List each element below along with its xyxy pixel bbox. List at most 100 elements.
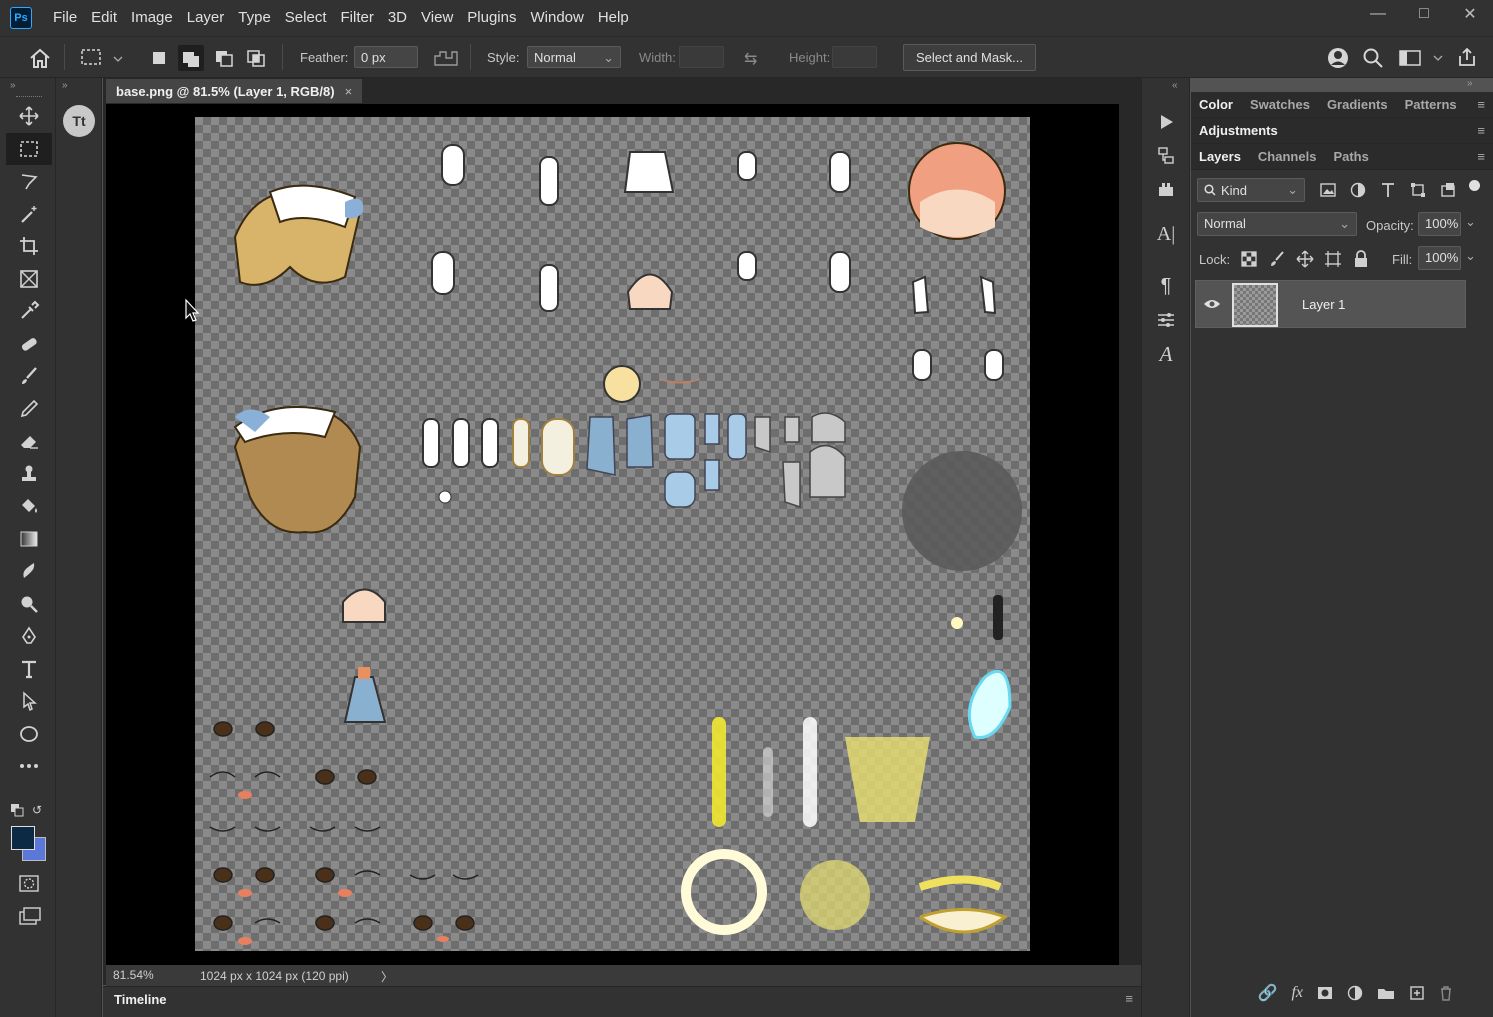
panel-menu-icon[interactable]: ≡ bbox=[1477, 123, 1485, 138]
menu-edit[interactable]: Edit bbox=[84, 0, 124, 36]
properties-sliders-icon[interactable] bbox=[1144, 303, 1188, 337]
collapse-icon[interactable]: » bbox=[10, 80, 16, 91]
smudge-tool-icon[interactable] bbox=[6, 555, 52, 588]
layer-name[interactable]: Layer 1 bbox=[1302, 297, 1345, 312]
tab-color[interactable]: Color bbox=[1199, 97, 1233, 112]
more-tools-icon[interactable] bbox=[6, 750, 52, 783]
lock-position-icon[interactable] bbox=[1296, 250, 1314, 268]
style-select[interactable]: Normal ⌄ bbox=[527, 46, 621, 68]
collapse-icon[interactable]: » bbox=[62, 80, 68, 91]
collapse-icon[interactable]: « bbox=[1172, 80, 1178, 91]
lock-all-icon[interactable] bbox=[1352, 250, 1370, 268]
zoom-level[interactable]: 81.54% bbox=[113, 968, 154, 982]
minimize-button[interactable]: — bbox=[1355, 0, 1401, 28]
layer-row[interactable]: Layer 1 bbox=[1195, 280, 1466, 328]
select-and-mask-button[interactable]: Select and Mask... bbox=[903, 44, 1036, 71]
shape-layer-filter-icon[interactable] bbox=[1409, 181, 1427, 199]
menu-select[interactable]: Select bbox=[278, 0, 334, 36]
workspace-icon[interactable] bbox=[1398, 48, 1446, 68]
status-menu-arrow[interactable]: 〉 bbox=[381, 968, 393, 985]
paint-bucket-tool-icon[interactable] bbox=[6, 490, 52, 523]
layer-style-fx-icon[interactable]: fx bbox=[1291, 984, 1303, 1002]
menu-filter[interactable]: Filter bbox=[334, 0, 381, 36]
tab-patterns[interactable]: Patterns bbox=[1405, 97, 1457, 112]
chevron-down-icon[interactable]: ⌄ bbox=[1465, 214, 1476, 230]
rectangular-marquee-tool-icon[interactable] bbox=[6, 132, 52, 165]
panel-menu-icon[interactable]: ≡ bbox=[1477, 97, 1485, 112]
brush-tool-icon[interactable] bbox=[6, 360, 52, 393]
anti-alias-icon[interactable] bbox=[432, 48, 460, 68]
clone-stamp-tool-icon[interactable] bbox=[6, 458, 52, 491]
subtract-selection-icon[interactable] bbox=[212, 47, 236, 69]
add-to-selection-icon[interactable] bbox=[178, 45, 204, 71]
screen-mode-icon[interactable] bbox=[18, 906, 42, 926]
menu-image[interactable]: Image bbox=[124, 0, 180, 36]
pencil-tool-icon[interactable] bbox=[6, 393, 52, 426]
adjustment-layer-filter-icon[interactable] bbox=[1349, 181, 1367, 199]
plugins-icon[interactable] bbox=[1144, 173, 1188, 207]
delete-layer-icon[interactable] bbox=[1439, 985, 1453, 1001]
marquee-preset-icon[interactable] bbox=[80, 47, 124, 69]
lock-transparency-icon[interactable] bbox=[1240, 250, 1258, 268]
new-layer-icon[interactable] bbox=[1409, 985, 1425, 1001]
group-folder-icon[interactable] bbox=[1377, 986, 1395, 1000]
intersect-selection-icon[interactable] bbox=[244, 47, 268, 69]
default-colors-icon[interactable] bbox=[10, 803, 24, 817]
swap-dimensions-icon[interactable]: ⇆ bbox=[744, 49, 757, 69]
menu-3d[interactable]: 3D bbox=[381, 0, 414, 36]
menu-view[interactable]: View bbox=[414, 0, 460, 36]
character-icon[interactable]: A| bbox=[1144, 217, 1188, 251]
lasso-tool-icon[interactable] bbox=[6, 165, 52, 198]
glyphs-icon[interactable]: Tt bbox=[63, 105, 95, 137]
search-icon[interactable] bbox=[1362, 47, 1384, 69]
tab-layers[interactable]: Layers bbox=[1199, 149, 1241, 164]
history-icon[interactable] bbox=[1144, 139, 1188, 173]
tab-gradients[interactable]: Gradients bbox=[1327, 97, 1388, 112]
share-icon[interactable] bbox=[1456, 46, 1478, 68]
swap-colors-icon[interactable]: ↺ bbox=[32, 803, 42, 817]
dodge-tool-icon[interactable] bbox=[6, 588, 52, 621]
smart-object-filter-icon[interactable] bbox=[1439, 181, 1457, 199]
tab-adjustments[interactable]: Adjustments bbox=[1199, 123, 1278, 138]
foreground-color-swatch[interactable] bbox=[11, 826, 35, 850]
actions-play-icon[interactable] bbox=[1144, 105, 1188, 139]
share-cloud-icon[interactable] bbox=[1326, 46, 1350, 70]
tab-paths[interactable]: Paths bbox=[1333, 149, 1368, 164]
filter-toggle[interactable] bbox=[1469, 180, 1480, 191]
document-tab[interactable]: base.png @ 81.5% (Layer 1, RGB/8) × bbox=[106, 79, 363, 103]
menu-help[interactable]: Help bbox=[591, 0, 636, 36]
link-layers-icon[interactable]: 🔗 bbox=[1258, 983, 1278, 1003]
layer-filter-kind-select[interactable]: Kind ⌄ bbox=[1197, 178, 1305, 202]
maximize-button[interactable]: □ bbox=[1401, 0, 1447, 28]
magic-wand-tool-icon[interactable] bbox=[6, 198, 52, 231]
move-tool-icon[interactable] bbox=[6, 100, 52, 133]
ellipse-tool-icon[interactable] bbox=[6, 718, 52, 751]
width-input[interactable] bbox=[679, 46, 724, 68]
crop-tool-icon[interactable] bbox=[6, 230, 52, 263]
menu-type[interactable]: Type bbox=[231, 0, 278, 36]
menu-window[interactable]: Window bbox=[523, 0, 590, 36]
feather-input[interactable]: 0 px bbox=[354, 46, 418, 68]
timeline-tab[interactable]: Timeline bbox=[114, 992, 167, 1007]
menu-layer[interactable]: Layer bbox=[180, 0, 232, 36]
type-layer-filter-icon[interactable] bbox=[1379, 181, 1397, 199]
healing-brush-tool-icon[interactable] bbox=[6, 328, 52, 361]
quick-mask-icon[interactable] bbox=[18, 874, 40, 894]
fill-input[interactable]: 100% bbox=[1418, 246, 1461, 270]
tab-channels[interactable]: Channels bbox=[1258, 149, 1317, 164]
visibility-eye-icon[interactable] bbox=[1203, 297, 1221, 311]
layer-thumbnail[interactable] bbox=[1232, 283, 1278, 327]
pixel-layer-filter-icon[interactable] bbox=[1319, 181, 1337, 199]
path-selection-tool-icon[interactable] bbox=[6, 685, 52, 718]
panel-menu-icon[interactable]: ≡ bbox=[1125, 991, 1133, 1006]
collapse-icon[interactable]: » bbox=[1467, 78, 1473, 89]
paragraph-icon[interactable]: ¶ bbox=[1144, 269, 1188, 303]
adjustment-layer-icon[interactable] bbox=[1347, 985, 1363, 1001]
height-input[interactable] bbox=[832, 46, 877, 68]
type-tool-icon[interactable] bbox=[6, 653, 52, 686]
menu-file[interactable]: File bbox=[46, 0, 84, 36]
panel-menu-icon[interactable]: ≡ bbox=[1477, 149, 1485, 164]
close-window-button[interactable]: ✕ bbox=[1447, 0, 1493, 28]
eraser-tool-icon[interactable] bbox=[6, 425, 52, 458]
lock-artboard-icon[interactable] bbox=[1324, 250, 1342, 268]
